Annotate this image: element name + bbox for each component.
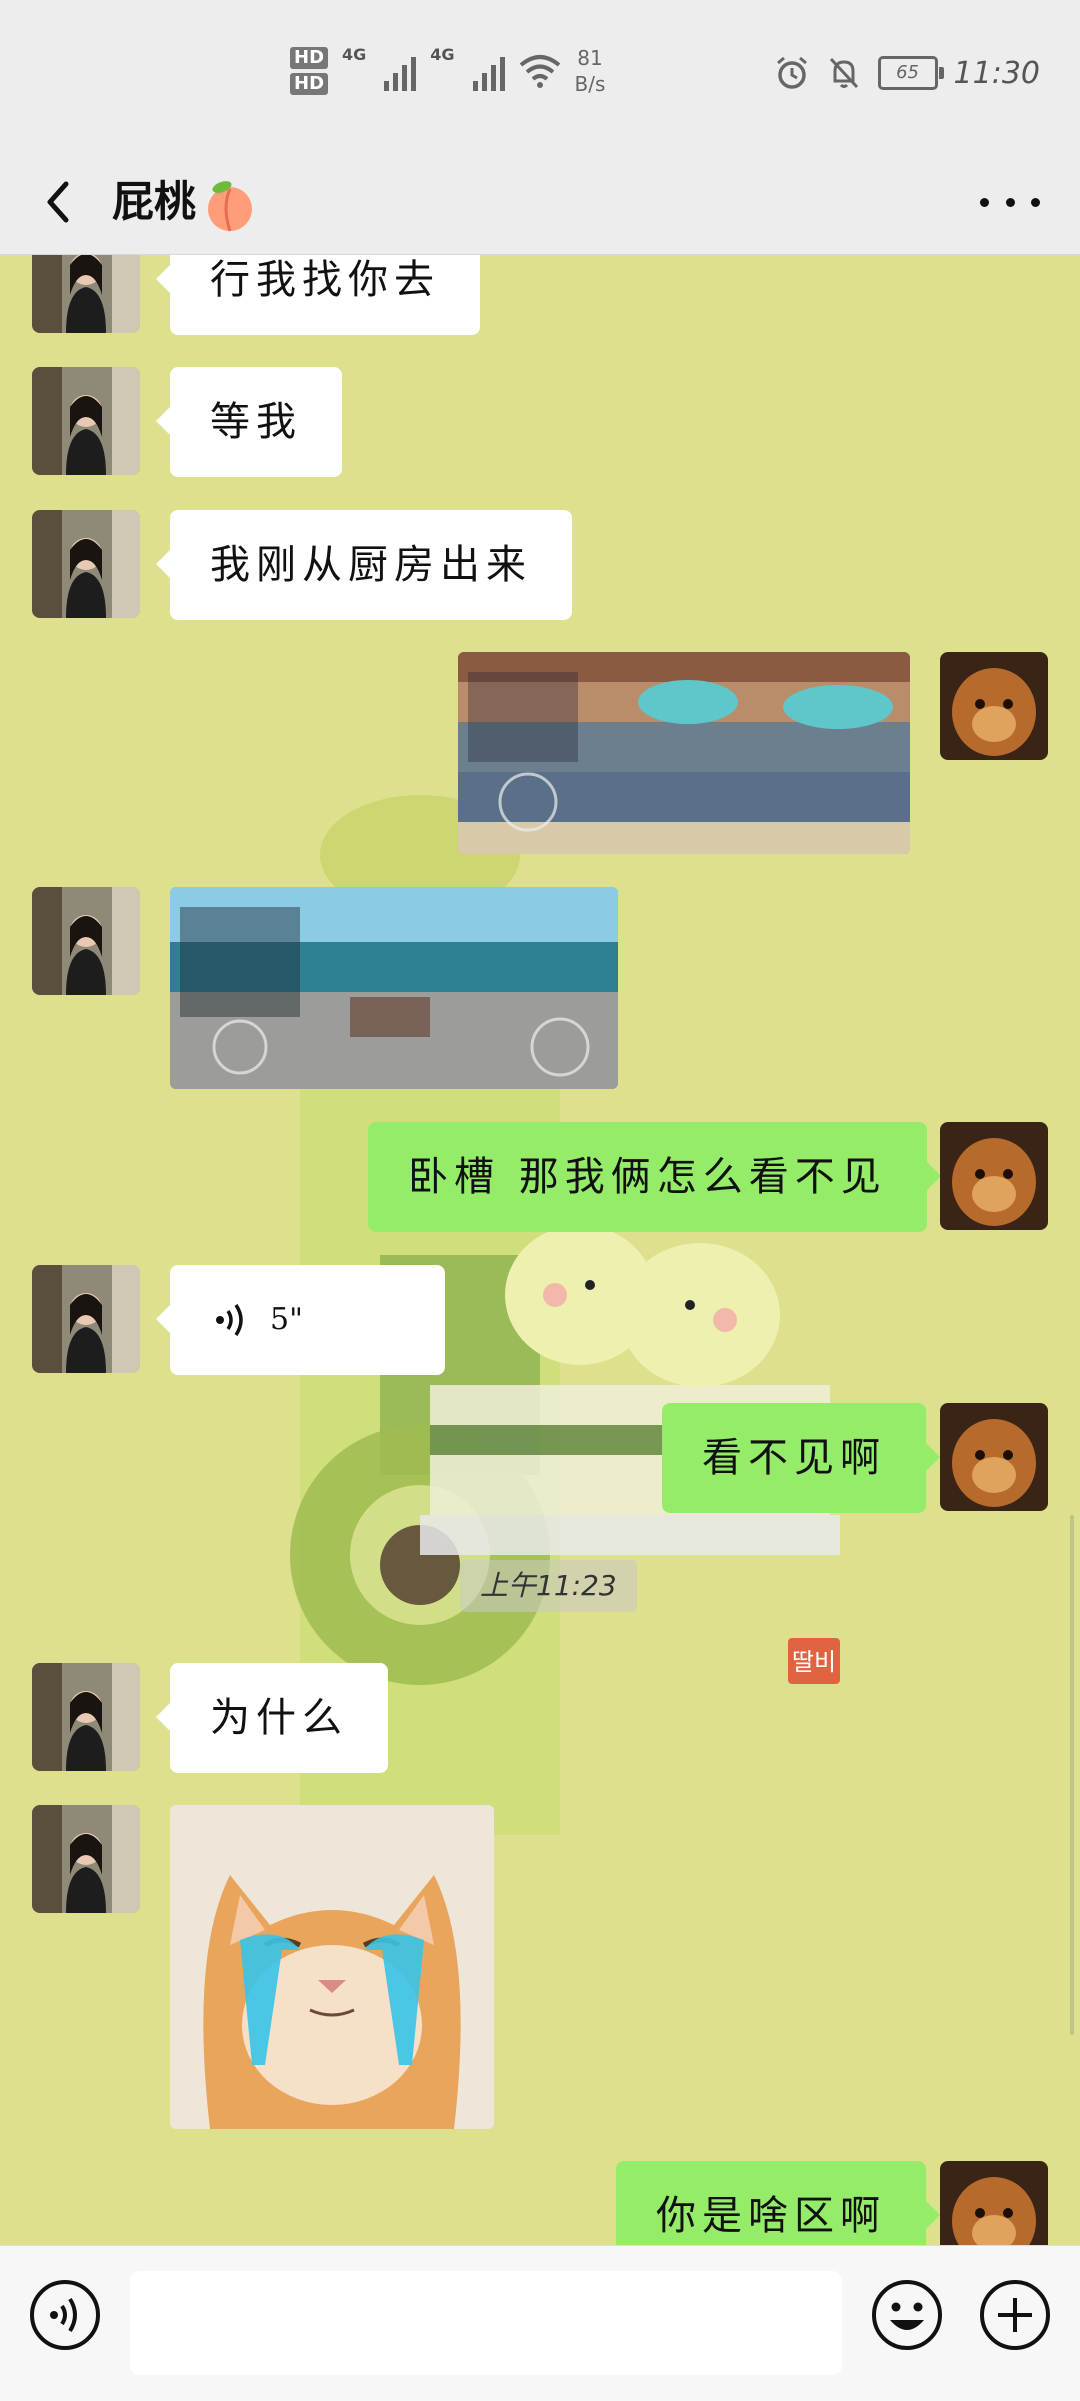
message-bubble[interactable]: 为什么 (156, 1663, 388, 1773)
message-list[interactable]: 딸비 行我找你去 等我 我刚从厨房出来 卧槽 那我俩怎么看不见 5" 看不见啊 … (0, 255, 1080, 2245)
message-input[interactable] (130, 2271, 842, 2375)
back-arrow-icon[interactable] (30, 172, 90, 232)
battery-icon: 65 (877, 56, 944, 90)
status-right: 65 11:30 (774, 55, 1040, 91)
net-speed-unit: B/s (574, 72, 606, 96)
avatar-friend[interactable] (32, 1805, 140, 1913)
avatar-friend[interactable] (32, 1663, 140, 1771)
hd-indicators: HD HD (290, 47, 329, 95)
avatar-friend[interactable] (32, 510, 140, 618)
hd1-badge: HD (290, 47, 329, 69)
network2-label: 4G (430, 45, 455, 64)
signal2-icon (472, 51, 505, 91)
avatar-friend[interactable] (32, 255, 140, 333)
status-bar: HD HD 4G 4G 81 B/s 65 11:30 (0, 0, 1080, 150)
chat-title: 屁桃 (112, 170, 258, 234)
network1-label: 4G (342, 45, 367, 64)
avatar-friend[interactable] (32, 887, 140, 995)
net-speed-value: 81 (577, 46, 603, 70)
chat-header: 屁桃 (0, 150, 1080, 255)
chat-title-text: 屁桃 (112, 177, 197, 226)
sticker-message[interactable] (170, 1805, 494, 2129)
avatar-self[interactable] (940, 2161, 1048, 2245)
message-bubble[interactable]: 行我找你去 (156, 255, 480, 335)
alarm-icon (776, 56, 807, 89)
chat-scrollbar[interactable] (1070, 1515, 1074, 2035)
time-divider: 上午11:23 (460, 1560, 637, 1612)
message-bubble[interactable]: 等我 (156, 367, 342, 477)
emoji-icon[interactable] (870, 2278, 944, 2352)
avatar-friend[interactable] (32, 367, 140, 475)
avatar-self[interactable] (940, 1122, 1048, 1230)
status-time: 11:30 (953, 55, 1040, 91)
mute-bell-icon (829, 57, 858, 89)
status-left: HD HD 4G 4G 81 B/s (290, 45, 605, 97)
image-message[interactable] (170, 887, 618, 1089)
voice-icon[interactable] (28, 2278, 102, 2352)
wifi-icon (519, 55, 560, 88)
image-message[interactable] (458, 652, 910, 854)
wallpaper-stamp-text: 딸비 (792, 1648, 836, 1676)
message-bubble[interactable]: 你是啥区啊 (616, 2161, 940, 2245)
net-speed: 81 B/s (575, 45, 606, 97)
message-bubble[interactable]: 卧槽 那我俩怎么看不见 (368, 1122, 941, 1232)
hd2-badge: HD (290, 73, 329, 95)
message-bubble[interactable]: 看不见啊 (662, 1403, 940, 1513)
more-dots-icon[interactable] (980, 180, 1040, 224)
avatar-self[interactable] (940, 652, 1048, 760)
avatar-friend[interactable] (32, 1265, 140, 1373)
signal1-icon (384, 51, 417, 91)
peach-emoji-icon (208, 181, 253, 232)
plus-icon[interactable] (978, 2278, 1052, 2352)
avatar-self[interactable] (940, 1403, 1048, 1511)
message-bubble[interactable]: 我刚从厨房出来 (156, 510, 572, 620)
voice-wave-icon (216, 1304, 243, 1336)
battery-level: 65 (896, 62, 919, 83)
voice-duration: 5" (270, 1302, 303, 1337)
voice-message[interactable]: 5" (156, 1265, 445, 1375)
input-bar (0, 2245, 1080, 2401)
